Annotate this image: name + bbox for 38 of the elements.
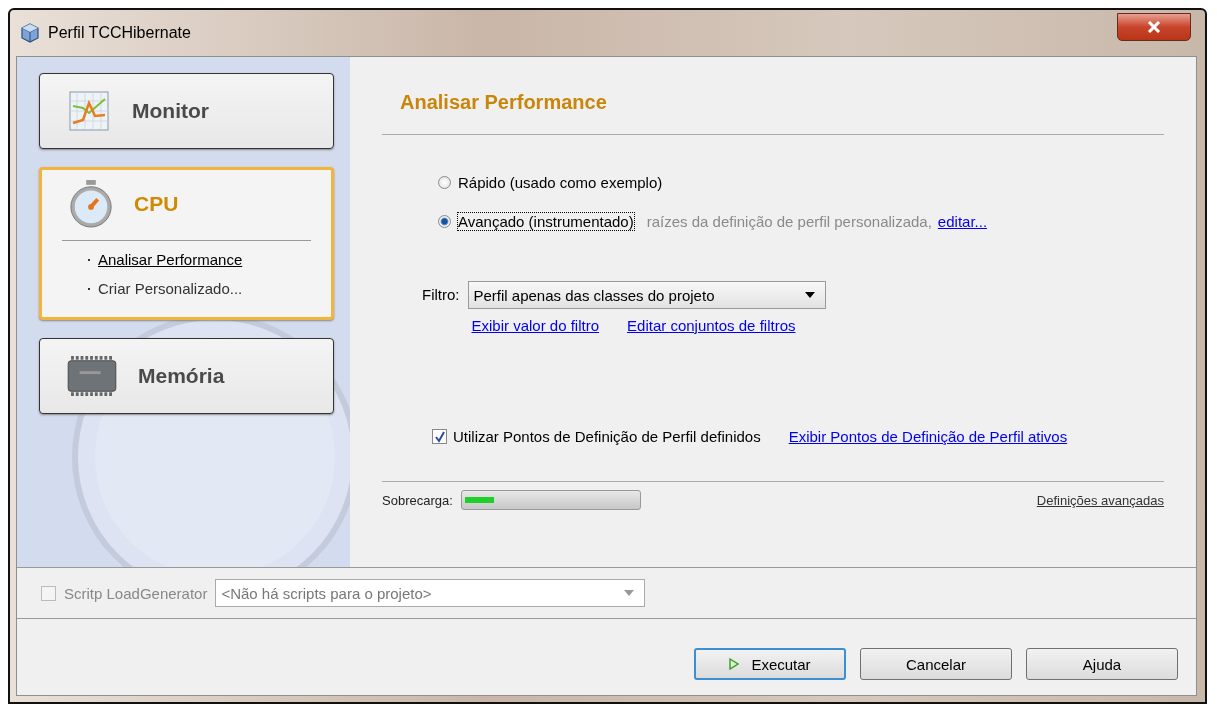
category-card[interactable]: Monitor	[39, 73, 334, 149]
close-button[interactable]	[1117, 13, 1191, 41]
play-icon	[729, 658, 740, 670]
filter-link[interactable]: Editar conjuntos de filtros	[627, 317, 796, 334]
category-card[interactable]: Memória	[39, 338, 334, 414]
stopwatch-icon	[68, 179, 114, 229]
dropdown-arrow-icon	[624, 590, 635, 596]
cube-icon	[20, 23, 40, 43]
section-heading: Analisar Performance	[400, 91, 608, 114]
radio-label[interactable]: Rápido (usado como exemplo)	[457, 173, 664, 192]
radio-button[interactable]	[438, 215, 451, 228]
checkbox[interactable]	[432, 429, 447, 444]
edit-link[interactable]: editar...	[937, 213, 988, 230]
window-title: Perfil TCCHibernate	[48, 24, 191, 42]
filter-label: Filtro:	[422, 285, 460, 305]
filter-link[interactable]: Exibir valor do filtro	[471, 317, 600, 334]
dialog-button[interactable]: Ajuda	[1026, 648, 1178, 680]
chart-icon	[66, 91, 112, 131]
radio-button[interactable]	[438, 176, 451, 189]
category-link[interactable]: Criar Personalizado...	[98, 280, 243, 297]
checkbox-label: Utilizar Pontos de Definição de Perfil definidos	[453, 428, 761, 445]
close-icon	[1146, 21, 1162, 33]
dialog-button[interactable]: Executar	[694, 648, 846, 680]
category-label: CPU	[134, 192, 179, 216]
category-link[interactable]: Analisar Performance	[98, 251, 243, 268]
chip-icon	[66, 356, 118, 396]
category-label: Monitor	[132, 99, 209, 123]
checkbox-label: Scritp LoadGenerator	[64, 584, 208, 602]
category-label: Memória	[138, 364, 225, 388]
profile-points-link[interactable]: Exibir Pontos de Definição de Perfil ativos	[788, 428, 1068, 445]
radio-label[interactable]: Avançado (instrumentado)	[457, 212, 635, 231]
category-card[interactable]: CPU Analisar Performance Criar Personalizado...	[39, 167, 334, 320]
advanced-settings-link[interactable]: Definições avançadas	[1036, 492, 1164, 508]
dialog-button[interactable]: Cancelar	[860, 648, 1012, 680]
hint-text: raízes da definição de perfil personalizada,	[646, 213, 932, 230]
overhead-label: Sobrecarga:	[382, 492, 453, 508]
dropdown-arrow-icon	[804, 292, 815, 298]
filter-dropdown[interactable]: Perfil apenas das classes do projeto	[467, 281, 826, 309]
